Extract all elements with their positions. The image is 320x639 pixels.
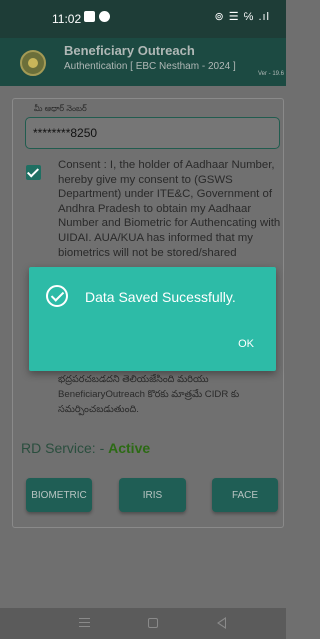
system-nav-bar [0,608,286,639]
rd-service: RD Service: - Active [21,440,150,456]
face-button[interactable]: FACE [212,478,278,512]
aadhaar-value: ********8250 [33,126,98,140]
notification-icon [99,11,110,22]
iris-button[interactable]: IRIS [119,478,186,512]
biometric-button[interactable]: BIOMETRIC [26,478,92,512]
notification-icons [84,11,110,22]
status-bar: 11:02 ⊚ ☰ ℅ .ıl [0,0,286,38]
ok-button[interactable]: OK [238,338,254,350]
aadhaar-label: మీ ఆధార్ నెంబర్ [34,104,87,113]
govt-emblem-logo [20,50,46,76]
app-subtitle: Authentication [ EBC Nestham - 2024 ] [64,61,236,72]
dialog-message: Data Saved Sucessfully. [85,289,236,305]
check-circle-icon [46,285,68,307]
consent-checkbox[interactable] [26,165,41,180]
app-title: Beneficiary Outreach [64,43,195,58]
app-header: Beneficiary Outreach Authentication [ EB… [0,38,286,86]
rd-service-label: RD Service: - [21,440,105,456]
rd-service-status: Active [108,440,151,456]
success-dialog: Data Saved Sucessfully. OK [29,267,276,371]
status-time: 11:02 [52,12,82,26]
consent-text-en: Consent : I, the holder of Aadhaar Numbe… [58,159,281,259]
recent-apps-icon[interactable] [79,618,90,627]
back-icon[interactable] [217,617,226,629]
notification-icon [84,11,95,22]
signal-battery-icons: ⊚ ☰ ℅ .ıl [214,11,270,23]
app-version: Ver - 19.6 [257,71,284,77]
home-icon[interactable] [148,618,158,628]
aadhaar-input[interactable]: ********8250 [25,117,280,149]
